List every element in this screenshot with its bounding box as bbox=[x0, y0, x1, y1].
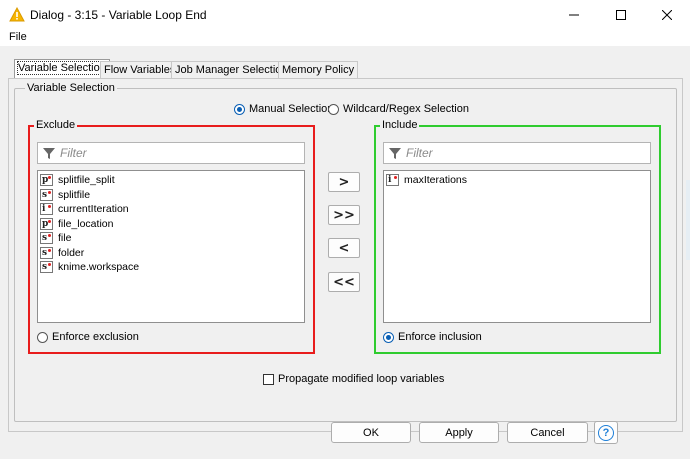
help-icon: ? bbox=[598, 424, 614, 441]
group-label: Variable Selection bbox=[25, 82, 117, 94]
manual-selection-label: Manual Selection bbox=[249, 103, 334, 115]
variable-type-icon: s bbox=[40, 188, 53, 201]
variable-name: maxIterations bbox=[404, 174, 468, 187]
radio-indicator bbox=[37, 331, 48, 343]
radio-indicator bbox=[383, 331, 394, 343]
exclude-list[interactable]: p splitfile_splits splitfile i currentIterat… bbox=[37, 170, 305, 323]
filter-icon bbox=[389, 148, 401, 159]
variable-type-icon: p bbox=[40, 174, 53, 187]
add-button[interactable]: > bbox=[328, 172, 360, 192]
variable-type-icon: s bbox=[40, 232, 53, 245]
ok-button[interactable]: OK bbox=[331, 422, 411, 443]
minimize-icon bbox=[569, 14, 579, 16]
list-item[interactable]: s knime.workspace bbox=[38, 260, 304, 275]
exclude-panel: Exclude Filter p splitfile_splits splitfil… bbox=[28, 119, 315, 354]
remove-all-button[interactable]: << bbox=[328, 272, 360, 292]
exclude-filter-input[interactable]: Filter bbox=[37, 142, 305, 164]
include-filter-input[interactable]: Filter bbox=[383, 142, 651, 164]
variable-name: file_location bbox=[58, 217, 114, 230]
maximize-icon bbox=[616, 10, 626, 20]
variable-name: folder bbox=[58, 246, 85, 259]
variable-name: currentIteration bbox=[58, 203, 129, 216]
enforce-exclusion-label: Enforce exclusion bbox=[52, 331, 139, 343]
tab-memory-policy[interactable]: Memory Policy bbox=[278, 61, 359, 79]
remove-button[interactable]: < bbox=[328, 238, 360, 258]
variable-name: knime.workspace bbox=[58, 261, 140, 274]
list-item[interactable]: s folder bbox=[38, 246, 304, 261]
list-item[interactable]: p file_location bbox=[38, 217, 304, 232]
variable-type-icon: p bbox=[40, 217, 53, 230]
variable-name: splitfile_split bbox=[58, 174, 115, 187]
list-item[interactable]: s splitfile bbox=[38, 188, 304, 203]
manual-selection-radio[interactable]: Manual Selection bbox=[234, 103, 333, 115]
include-list[interactable]: i maxIterations bbox=[383, 170, 651, 323]
menu-file[interactable]: File bbox=[9, 31, 27, 43]
tab-label: Flow Variables bbox=[104, 64, 176, 76]
minimize-button[interactable] bbox=[551, 0, 597, 30]
close-icon bbox=[662, 10, 672, 20]
background-window-edge bbox=[686, 180, 690, 260]
include-panel: Include Filter i maxIterations Enforce in… bbox=[374, 119, 661, 354]
window-title: Dialog - 3:15 - Variable Loop End bbox=[30, 8, 207, 22]
list-item[interactable]: i currentIteration bbox=[38, 202, 304, 217]
maximize-button[interactable] bbox=[598, 0, 644, 30]
variable-type-icon: i bbox=[386, 174, 399, 187]
knime-warning-icon bbox=[9, 7, 25, 22]
list-item[interactable]: p splitfile_split bbox=[38, 173, 304, 188]
tab-job-manager-selection[interactable]: Job Manager Selection bbox=[171, 61, 292, 79]
enforce-inclusion-radio[interactable]: Enforce inclusion bbox=[383, 331, 482, 343]
exclude-label: Exclude bbox=[34, 119, 78, 131]
radio-indicator bbox=[328, 103, 339, 115]
tab-label: Variable Selection bbox=[17, 61, 107, 75]
wildcard-selection-radio[interactable]: Wildcard/Regex Selection bbox=[328, 103, 469, 115]
variable-type-icon: i bbox=[40, 203, 53, 216]
filter-placeholder: Filter bbox=[60, 146, 87, 160]
propagate-checkbox-row[interactable]: Propagate modified loop variables bbox=[263, 373, 444, 385]
close-button[interactable] bbox=[644, 0, 690, 30]
menu-bar: File bbox=[0, 30, 690, 46]
help-button[interactable]: ? bbox=[594, 421, 618, 444]
tab-flow-variables[interactable]: Flow Variables bbox=[100, 61, 180, 79]
variable-type-icon: s bbox=[40, 246, 53, 259]
title-bar: Dialog - 3:15 - Variable Loop End bbox=[0, 0, 690, 30]
tab-label: Job Manager Selection bbox=[175, 64, 288, 76]
enforce-exclusion-radio[interactable]: Enforce exclusion bbox=[37, 331, 139, 343]
propagate-label: Propagate modified loop variables bbox=[278, 373, 445, 385]
variable-name: splitfile bbox=[58, 188, 91, 201]
tab-variable-selection[interactable]: Variable Selection bbox=[14, 59, 110, 79]
propagate-checkbox[interactable] bbox=[263, 373, 274, 385]
list-item[interactable]: s file bbox=[38, 231, 304, 246]
radio-indicator bbox=[234, 103, 245, 115]
wildcard-selection-label: Wildcard/Regex Selection bbox=[343, 103, 469, 115]
include-label: Include bbox=[380, 119, 420, 131]
variable-name: file bbox=[58, 232, 72, 245]
variable-type-icon: s bbox=[40, 261, 53, 274]
tab-label: Memory Policy bbox=[282, 64, 355, 76]
apply-button[interactable]: Apply bbox=[419, 422, 499, 443]
list-item[interactable]: i maxIterations bbox=[384, 173, 650, 188]
enforce-inclusion-label: Enforce inclusion bbox=[398, 331, 482, 343]
add-all-button[interactable]: >> bbox=[328, 205, 360, 225]
cancel-button[interactable]: Cancel bbox=[507, 422, 588, 443]
filter-placeholder: Filter bbox=[406, 146, 433, 160]
filter-icon bbox=[43, 148, 55, 159]
